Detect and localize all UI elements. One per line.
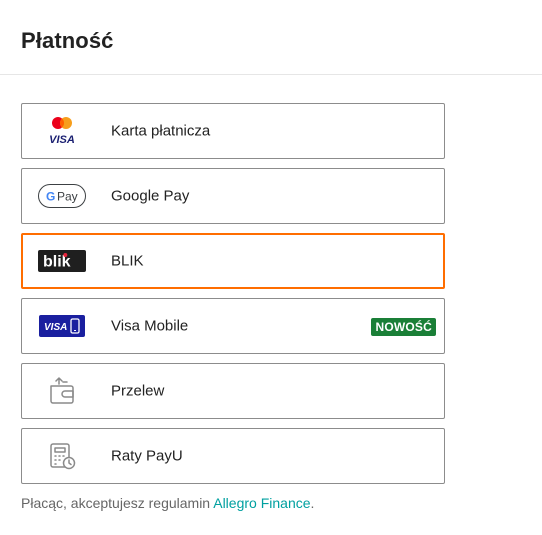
payment-method-visa-mobile[interactable]: VISA Visa Mobile NOWOŚĆ — [21, 298, 445, 354]
terms-suffix: . — [310, 495, 315, 511]
payment-method-installments[interactable]: Raty PayU — [21, 428, 445, 484]
payment-method-blik[interactable]: blik BLIK — [21, 233, 445, 289]
payment-method-label: Przelew — [111, 382, 165, 400]
allegro-finance-link[interactable]: Allegro Finance — [213, 495, 310, 511]
page-header: Płatność — [0, 0, 542, 75]
payment-method-label: Google Pay — [111, 187, 190, 205]
payment-method-google-pay[interactable]: G Pay Google Pay — [21, 168, 445, 224]
payment-method-label: Visa Mobile — [111, 317, 189, 335]
payment-method-label: Raty PayU — [111, 447, 183, 465]
wallet-transfer-icon — [38, 375, 86, 407]
visa-mobile-logo-text: VISA — [44, 322, 67, 333]
payment-method-label: Karta płatnicza — [111, 122, 211, 140]
payment-method-card[interactable]: VISA Karta płatnicza — [21, 103, 445, 159]
payment-method-transfer[interactable]: Przelew — [21, 363, 445, 419]
blik-icon: blik — [38, 245, 86, 277]
payment-method-label: BLIK — [111, 252, 144, 270]
google-pay-text: Pay — [57, 190, 78, 204]
terms-notice: Płacąc, akceptujesz regulamin Allegro Fi… — [21, 495, 314, 511]
card-visa-mastercard-icon: VISA — [38, 115, 86, 147]
calculator-clock-icon — [38, 440, 86, 472]
visa-logo-text: VISA — [49, 134, 75, 146]
payment-methods-list: VISA Karta płatnicza G Pay Google Pay bl… — [21, 103, 445, 493]
visa-mobile-icon: VISA — [38, 310, 86, 342]
page-title: Płatność — [21, 28, 114, 53]
google-pay-icon: G Pay — [38, 180, 86, 212]
terms-text: Płacąc, akceptujesz regulamin — [21, 495, 211, 511]
new-badge: NOWOŚĆ — [371, 318, 436, 336]
svg-text:G: G — [46, 190, 55, 204]
